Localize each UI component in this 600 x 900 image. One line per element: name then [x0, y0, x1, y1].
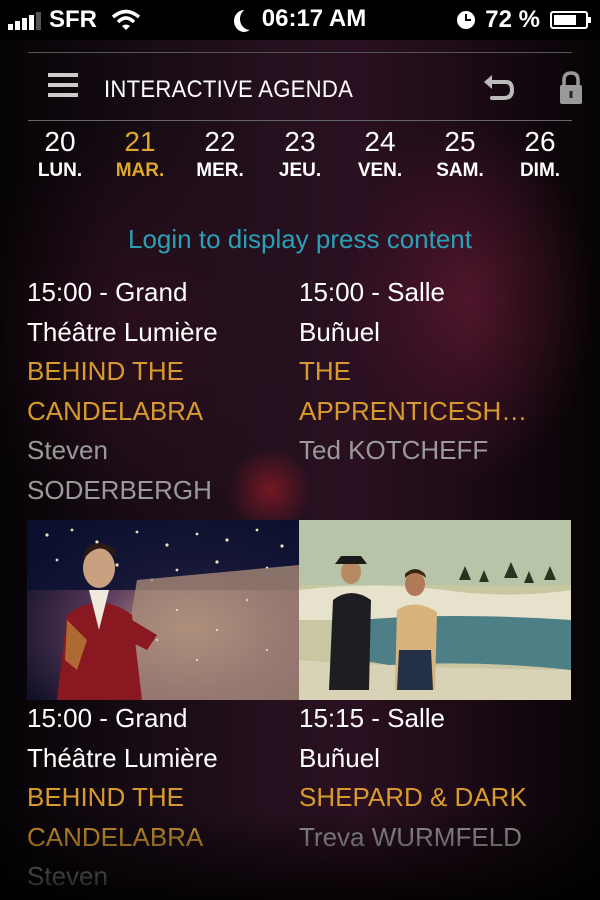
- day-of-week: JEU.: [278, 160, 322, 181]
- date-strip: 20 LUN. 21 MAR. 22 MER. 23 JEU. 24 VEN. …: [20, 126, 580, 192]
- event-director: Steven: [27, 435, 108, 465]
- event-director: Ted KOTCHEFF: [299, 435, 489, 465]
- day-23[interactable]: 23 JEU.: [260, 126, 340, 192]
- event-film-title: BEHIND THE: [27, 782, 184, 812]
- day-number: 20: [44, 126, 76, 157]
- event-director: SODERBERGH: [27, 474, 212, 505]
- battery-percent: 72 %: [485, 6, 540, 33]
- day-22[interactable]: 22 MER.: [180, 126, 260, 192]
- event-film-title: APPRENTICESH…: [299, 395, 528, 426]
- day-of-week: MER.: [196, 160, 244, 181]
- event-director: Steven: [27, 861, 108, 891]
- day-number: 24: [364, 126, 396, 157]
- event-venue: Théâtre Lumière: [27, 742, 218, 773]
- event-film-title: CANDELABRA: [27, 821, 204, 852]
- event-time: 15:15 - Salle: [299, 703, 445, 733]
- event-film-title: CANDELABRA: [27, 395, 204, 426]
- film-poster-shepard-and-dark[interactable]: [299, 520, 571, 700]
- event-time: 15:00 - Grand: [27, 277, 188, 307]
- event-card[interactable]: 15:00 - Salle Buñuel THE APPRENTICESH… T…: [299, 273, 571, 471]
- day-number: 23: [284, 126, 316, 157]
- day-of-week: MAR.: [115, 160, 165, 181]
- event-venue: Buñuel: [299, 316, 380, 347]
- undo-icon[interactable]: [480, 70, 516, 106]
- day-number: 22: [204, 126, 236, 157]
- day-26[interactable]: 26 DIM.: [500, 126, 580, 192]
- day-of-week: DIM.: [519, 160, 561, 181]
- nav-divider: [28, 120, 572, 121]
- moon-icon: [240, 8, 260, 30]
- battery-fill: [554, 15, 576, 25]
- page-title: INTERACTIVE AGENDA: [104, 76, 354, 103]
- nav-bar: INTERACTIVE AGENDA: [28, 60, 582, 118]
- day-20[interactable]: 20 LUN.: [20, 126, 100, 192]
- status-bar: SFR 06:17 AM 72 %: [0, 0, 600, 40]
- film-poster-behind-the-candelabra[interactable]: [27, 520, 299, 700]
- day-21-selected[interactable]: 21 MAR.: [100, 126, 180, 192]
- event-time: 15:00 - Salle: [299, 277, 445, 307]
- event-venue: Buñuel: [299, 742, 380, 773]
- day-of-week: LUN.: [37, 160, 83, 181]
- event-film-title: THE: [299, 356, 351, 386]
- login-link[interactable]: Login to display press content: [0, 224, 600, 255]
- event-time: 15:00 - Grand: [27, 703, 188, 733]
- clock-time: 06:17 AM: [261, 5, 367, 32]
- day-25[interactable]: 25 SAM.: [420, 126, 500, 192]
- event-film-title: SHEPARD & DARK: [299, 782, 527, 812]
- battery-icon: [550, 11, 591, 29]
- event-director: Treva WURMFELD: [299, 821, 522, 852]
- day-24[interactable]: 24 VEN.: [340, 126, 420, 192]
- lock-icon[interactable]: [558, 70, 584, 106]
- event-card[interactable]: 15:00 - Grand Théâtre Lumière BEHIND THE…: [27, 273, 299, 510]
- day-number: 25: [444, 126, 476, 157]
- menu-icon[interactable]: [48, 73, 78, 97]
- event-card[interactable]: 15:15 - Salle Buñuel SHEPARD & DARK Trev…: [299, 699, 571, 857]
- event-film-title: BEHIND THE: [27, 356, 184, 386]
- day-number: 21: [124, 126, 156, 157]
- event-card[interactable]: 15:00 - Grand Théâtre Lumière BEHIND THE…: [27, 699, 299, 897]
- day-of-week: SAM.: [436, 160, 484, 181]
- clock-icon: [457, 11, 476, 29]
- event-venue: Théâtre Lumière: [27, 316, 218, 347]
- day-number: 26: [524, 126, 556, 157]
- top-divider: [28, 52, 572, 53]
- day-of-week: VEN.: [357, 160, 403, 181]
- status-right: 72 %: [457, 6, 591, 34]
